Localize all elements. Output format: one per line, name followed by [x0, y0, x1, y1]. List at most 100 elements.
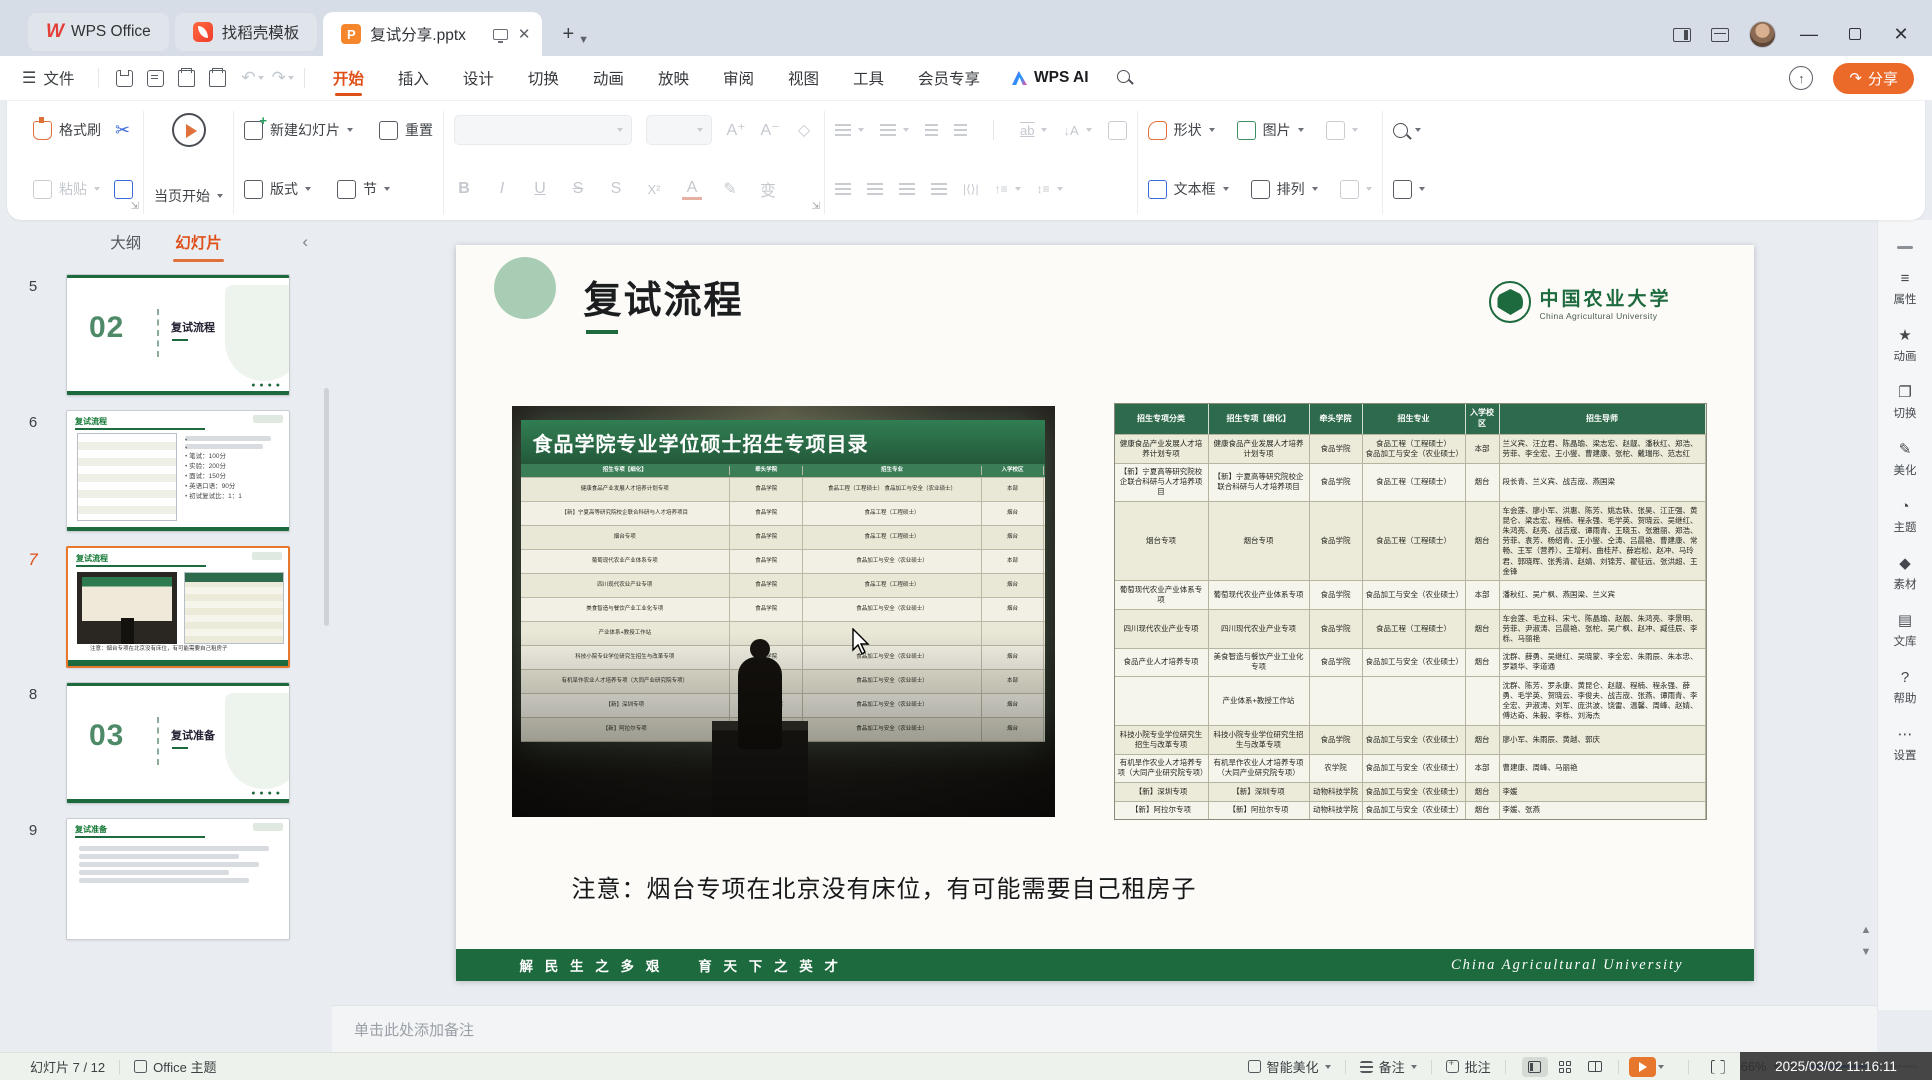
- slide-thumbnail-8[interactable]: 8 03 复试准备 ● ● ● ●: [0, 682, 332, 804]
- slide-thumbnail-7-selected[interactable]: 7 复试流程 注意：烟台专项在北京没有床位，有可能需要自己租房子: [0, 546, 332, 668]
- tab-docer-templates[interactable]: 找稻壳模板: [175, 13, 318, 51]
- italic-button[interactable]: I: [492, 180, 512, 198]
- font-size-select[interactable]: [646, 115, 712, 145]
- fill-color-button[interactable]: [1326, 121, 1358, 140]
- rail-collapse-handle[interactable]: [1897, 246, 1913, 249]
- upload-cloud-icon[interactable]: ↑: [1789, 66, 1813, 90]
- redo-icon[interactable]: ↷: [272, 68, 286, 88]
- menu-item-动画[interactable]: 动画: [591, 58, 626, 98]
- paste-button[interactable]: 粘贴: [33, 179, 100, 199]
- side-panel-icon[interactable]: [1673, 28, 1691, 42]
- font-expander-icon[interactable]: ⇲: [812, 201, 820, 212]
- increase-indent-button[interactable]: [954, 124, 967, 136]
- next-slide-button[interactable]: ▼: [1859, 946, 1873, 958]
- superscript-button[interactable]: X²: [644, 182, 664, 197]
- search-icon[interactable]: [1117, 70, 1130, 83]
- slide-thumbnail-9[interactable]: 9 复试准备 +: [0, 818, 332, 940]
- copy-icon[interactable]: [114, 180, 133, 199]
- format-painter-button[interactable]: 格式刷: [33, 120, 101, 140]
- slide-thumbnail-5[interactable]: 5 02 复试流程 ● ● ● ●: [0, 274, 332, 396]
- arrange-button[interactable]: 排列: [1251, 179, 1318, 199]
- export-icon[interactable]: [147, 70, 164, 87]
- panel-scrollbar[interactable]: [324, 388, 329, 626]
- justify-button[interactable]: [931, 183, 947, 195]
- normal-view-button[interactable]: [1522, 1057, 1548, 1077]
- slideshow-play-button[interactable]: [1629, 1057, 1656, 1077]
- select-pane-button[interactable]: [1393, 180, 1425, 199]
- file-menu[interactable]: 文件: [43, 67, 74, 89]
- present-mode-icon[interactable]: [493, 29, 508, 40]
- undo-icon[interactable]: ↶: [241, 68, 255, 88]
- align-right-button[interactable]: [899, 183, 915, 195]
- rail-item-transition[interactable]: ❐切换: [1894, 385, 1917, 421]
- align-center-button[interactable]: [867, 183, 883, 195]
- strikethrough-button[interactable]: S: [568, 180, 588, 198]
- line-spacing-button[interactable]: ↑≡: [995, 182, 1021, 196]
- maximize-button[interactable]: [1842, 24, 1868, 45]
- fit-slide-button[interactable]: [1705, 1057, 1731, 1077]
- frame-button[interactable]: [1340, 180, 1372, 199]
- close-window-button[interactable]: ✕: [1888, 24, 1914, 45]
- rail-item-theme[interactable]: ◔主题: [1894, 499, 1917, 535]
- smart-beautify-button[interactable]: 智能美化: [1248, 1057, 1331, 1076]
- print-icon[interactable]: [178, 70, 195, 87]
- clipboard-expander-icon[interactable]: ⇲: [131, 201, 139, 212]
- bullet-list-button[interactable]: [835, 124, 864, 136]
- slide-note-text[interactable]: 注意：烟台专项在北京没有床位，有可能需要自己租房子: [572, 869, 1197, 904]
- clear-format-icon[interactable]: ◇: [794, 120, 814, 140]
- decrease-indent-button[interactable]: [925, 124, 938, 136]
- close-tab-icon[interactable]: ✕: [518, 25, 531, 43]
- find-button[interactable]: [1393, 123, 1421, 138]
- outline-tab[interactable]: 大纲: [110, 231, 141, 253]
- new-slide-button[interactable]: 新建幻灯片: [244, 120, 353, 140]
- textbox-button[interactable]: 文本框: [1148, 179, 1229, 199]
- hamburger-icon[interactable]: ☰: [22, 68, 36, 88]
- slide-sorter-view-button[interactable]: [1552, 1057, 1578, 1077]
- gift-box-icon[interactable]: [1711, 28, 1729, 42]
- tab-wps-home[interactable]: W WPS Office: [28, 13, 169, 51]
- menu-item-插入[interactable]: 插入: [396, 58, 431, 98]
- layout-button[interactable]: 版式: [244, 179, 311, 199]
- highlight-color-button[interactable]: ✎: [720, 179, 740, 199]
- save-icon[interactable]: [116, 70, 133, 87]
- menu-item-切换[interactable]: 切换: [526, 58, 561, 98]
- rail-item-assets[interactable]: ◆素材: [1894, 556, 1917, 592]
- notes-button[interactable]: 备注: [1360, 1057, 1417, 1076]
- rail-item-library[interactable]: ▤文库: [1894, 613, 1917, 649]
- reading-view-button[interactable]: [1582, 1057, 1608, 1077]
- line-order-button[interactable]: ↓A: [1063, 123, 1091, 138]
- collapse-panel-icon[interactable]: ‹: [302, 232, 308, 252]
- minimize-button[interactable]: —: [1796, 24, 1822, 45]
- bold-button[interactable]: B: [454, 180, 474, 198]
- menu-item-放映[interactable]: 放映: [656, 58, 691, 98]
- text-shadow-button[interactable]: S: [606, 180, 626, 198]
- picture-button[interactable]: 图片: [1237, 120, 1304, 140]
- rail-item-help[interactable]: ?帮助: [1894, 670, 1917, 706]
- underline-button[interactable]: U: [530, 180, 550, 198]
- user-avatar[interactable]: [1749, 21, 1776, 48]
- comments-button[interactable]: 批注: [1446, 1057, 1491, 1076]
- menu-item-设计[interactable]: 设计: [461, 58, 496, 98]
- notes-bar[interactable]: 单击此处添加备注: [332, 1005, 1877, 1052]
- menu-item-开始[interactable]: 开始: [331, 58, 366, 98]
- print-preview-icon[interactable]: [209, 70, 226, 87]
- slide-title[interactable]: 复试流程: [584, 269, 744, 324]
- slide-editor[interactable]: 复试流程 中国农业大学 China Agricultural Universit…: [456, 245, 1754, 981]
- new-tab-button[interactable]: +: [562, 23, 574, 46]
- section-button[interactable]: 节: [337, 179, 390, 199]
- columns-button[interactable]: ↕≡: [1037, 182, 1063, 196]
- rail-item-beautify[interactable]: ✎美化: [1894, 442, 1917, 478]
- admission-table[interactable]: 招生专项分类招生专项【细化】牵头学院招生专业入学校区招生导师 健康食品产业发展人…: [1114, 403, 1707, 820]
- start-from-current-button[interactable]: 当页开始: [154, 186, 223, 206]
- smartart-convert-button[interactable]: [1108, 121, 1127, 140]
- char-spacing-button[interactable]: |⟨⟩|: [963, 182, 979, 196]
- menu-item-视图[interactable]: 视图: [786, 58, 821, 98]
- decrease-font-icon[interactable]: A⁻: [760, 120, 780, 140]
- pinyin-button[interactable]: 变: [758, 177, 778, 201]
- play-from-current-icon[interactable]: [172, 113, 206, 147]
- slide-thumbnail-6[interactable]: 6 复试流程 笔试：100分实验：200分面试：150分英语口语：90分初试复试…: [0, 410, 332, 532]
- rail-item-properties[interactable]: ≡属性: [1894, 271, 1917, 307]
- numbered-list-button[interactable]: [880, 124, 909, 136]
- menu-item-审阅[interactable]: 审阅: [721, 58, 756, 98]
- menu-item-会员专享[interactable]: 会员专享: [916, 58, 982, 98]
